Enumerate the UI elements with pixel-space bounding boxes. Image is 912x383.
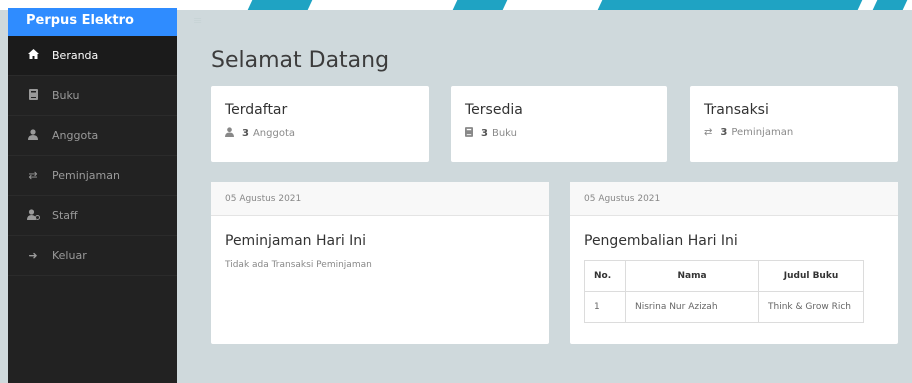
returns-table: No. Nama Judul Buku 1 Nisrina Nur Azizah…	[584, 260, 864, 323]
sidebar-nav: Beranda Buku Anggota ⇄ Peminjaman Staff …	[8, 36, 177, 276]
panel-date: 05 Agustus 2021	[570, 182, 898, 216]
sidebar-item-beranda[interactable]: Beranda	[8, 36, 177, 76]
sidebar-item-anggota[interactable]: Anggota	[8, 116, 177, 156]
cell-no: 1	[584, 291, 626, 323]
stat-title: Tersedia	[465, 102, 523, 118]
stat-card-tersedia: Tersedia 3 Buku	[451, 86, 667, 162]
sidebar-item-peminjaman[interactable]: ⇄ Peminjaman	[8, 156, 177, 196]
user-icon	[225, 127, 234, 140]
loans-today-panel: 05 Agustus 2021 Peminjaman Hari Ini Tida…	[211, 182, 549, 344]
column-header-judul: Judul Buku	[758, 260, 864, 292]
sidebar-item-label: Anggota	[52, 129, 99, 142]
book-icon	[465, 127, 473, 140]
stat-title: Transaksi	[704, 102, 769, 118]
cell-judul: Think & Grow Rich	[758, 291, 864, 323]
page-title: Selamat Datang	[211, 48, 390, 73]
stat-count: 3	[720, 127, 728, 138]
stat-card-transaksi: Transaksi ⇄ 3 Peminjaman	[690, 86, 898, 162]
stat-unit: Peminjaman	[731, 127, 794, 138]
users-icon	[26, 208, 40, 223]
sign-out-icon: ➜	[28, 249, 38, 262]
sidebar-item-label: Peminjaman	[52, 169, 120, 182]
user-icon	[26, 128, 40, 143]
sidebar-item-label: Keluar	[52, 249, 87, 262]
menu-toggle-icon[interactable]: ≡	[193, 14, 202, 27]
stat-unit: Buku	[491, 128, 517, 139]
exchange-icon: ⇄	[28, 169, 38, 182]
home-icon	[26, 49, 40, 62]
main-content: ≡ Selamat Datang Terdaftar 3 Anggota Ter…	[177, 8, 912, 383]
panel-date: 05 Agustus 2021	[211, 182, 549, 216]
sidebar-item-keluar[interactable]: ➜ Keluar	[8, 236, 177, 276]
empty-message: Tidak ada Transaksi Peminjaman	[225, 260, 372, 270]
column-header-nama: Nama	[625, 260, 759, 292]
stat-count: 3	[481, 128, 488, 139]
sidebar-item-label: Beranda	[52, 49, 99, 62]
stat-title: Terdaftar	[225, 102, 288, 118]
sidebar-item-buku[interactable]: Buku	[8, 76, 177, 116]
table-row: 1 Nisrina Nur Azizah Think & Grow Rich	[584, 291, 864, 323]
table-header-row: No. Nama Judul Buku	[584, 260, 864, 292]
sidebar-item-label: Staff	[52, 209, 78, 222]
brand-logo[interactable]: Perpus Elektro	[8, 8, 177, 36]
sidebar-item-staff[interactable]: Staff	[8, 196, 177, 236]
stat-card-terdaftar: Terdaftar 3 Anggota	[211, 86, 429, 162]
sidebar-item-label: Buku	[52, 89, 80, 102]
panel-title: Peminjaman Hari Ini	[225, 233, 367, 249]
panel-title: Pengembalian Hari Ini	[584, 233, 738, 249]
cell-nama: Nisrina Nur Azizah	[625, 291, 759, 323]
column-header-no: No.	[584, 260, 626, 292]
stat-unit: Anggota	[252, 128, 296, 139]
sidebar: Perpus Elektro Beranda Buku Anggota ⇄ Pe…	[8, 8, 177, 383]
stat-count: 3	[242, 128, 249, 139]
book-icon	[26, 88, 40, 103]
returns-today-panel: 05 Agustus 2021 Pengembalian Hari Ini No…	[570, 182, 898, 344]
exchange-icon: ⇄	[704, 127, 713, 138]
